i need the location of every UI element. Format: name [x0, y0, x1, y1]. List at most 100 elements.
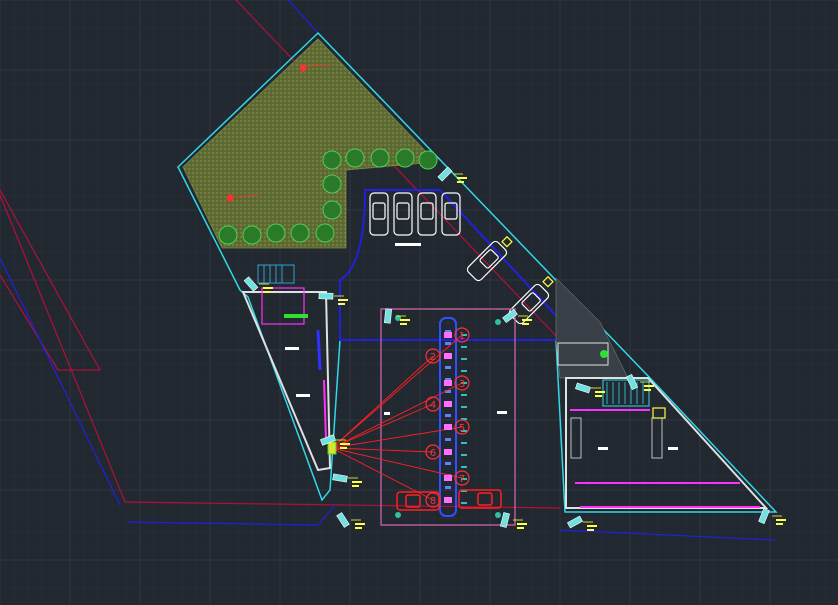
dispenser	[444, 332, 452, 338]
fixture-annotation	[517, 527, 524, 529]
east-inner-stair-left	[570, 417, 582, 459]
fixture-annotation	[522, 319, 532, 321]
tree-icon	[395, 148, 415, 168]
canopy-corner-ne	[495, 319, 501, 325]
fixture-annotation	[457, 177, 467, 179]
fixture-annotation	[457, 181, 464, 183]
road-edge-west	[0, 257, 121, 506]
fixture-annotation	[263, 287, 273, 289]
pump-tick	[445, 462, 451, 465]
fuel-pump-icon[interactable]: 4	[425, 396, 441, 412]
pump-tick-side	[461, 466, 467, 468]
fixture-annotation	[340, 443, 350, 445]
fuel-manifold	[327, 441, 337, 455]
fuel-canopy: 1 2 3 4 5 6 7 8	[327, 308, 516, 526]
parking-marker	[542, 275, 554, 288]
west-room-label-2	[296, 394, 310, 397]
east-building-outline	[565, 377, 769, 509]
fuel-line	[331, 382, 463, 449]
pump-tick-side	[461, 502, 467, 504]
dispenser	[444, 353, 452, 359]
east-stair-treads	[606, 382, 644, 404]
canopy-corner-se	[495, 512, 501, 518]
pump-tick	[445, 414, 451, 417]
car-icon	[417, 192, 437, 236]
car-icon	[441, 192, 461, 236]
west-building	[241, 264, 332, 472]
fixture-annotation	[355, 527, 362, 529]
pump-tick-side	[461, 394, 467, 396]
pump-tick	[445, 366, 451, 369]
property-lines	[0, 0, 776, 541]
pump-tick	[445, 486, 451, 489]
fixture-annotation	[338, 299, 348, 301]
light-fixture-icon	[625, 373, 639, 391]
pump-tick-side	[461, 358, 467, 360]
road-edge-north	[287, 0, 321, 36]
dispenser	[444, 475, 452, 481]
fixture-annotation	[400, 323, 407, 325]
east-marker-yellow	[652, 407, 666, 419]
dispenser	[444, 401, 452, 407]
pump-number: 5	[459, 423, 465, 434]
fuel-pump-icon[interactable]: 5	[454, 419, 470, 435]
tree-icon	[322, 174, 342, 194]
pump-tick-side	[461, 406, 467, 408]
fuel-pump-icon[interactable]: 8	[425, 492, 441, 508]
dispenser	[444, 497, 452, 503]
car-icon	[369, 192, 389, 236]
light-fixture-icon	[243, 276, 259, 292]
pump-number: 7	[459, 474, 465, 485]
fixture-annotation	[595, 395, 602, 397]
tree-icon	[322, 200, 342, 220]
light-fixture-icon	[336, 512, 350, 528]
pump-tick-side	[461, 454, 467, 456]
fuel-line	[331, 447, 463, 479]
pump-number: 3	[459, 379, 465, 390]
ramp-hatch	[555, 277, 629, 379]
pump-tick-side	[461, 370, 467, 372]
east-marker-green	[600, 350, 608, 358]
west-wall-blue	[316, 329, 322, 371]
car-icon	[466, 240, 508, 282]
fixture-annotation	[400, 319, 410, 321]
drawing-grid	[0, 0, 838, 605]
light-fixture-icon	[758, 507, 770, 525]
pump-tick-side	[461, 346, 467, 348]
tree-icon	[242, 225, 262, 245]
car-icon	[393, 192, 413, 236]
pump-number: 4	[430, 400, 436, 411]
car-icon	[508, 283, 550, 325]
fixture-annotation	[644, 385, 654, 387]
fixture-annotation	[352, 485, 359, 487]
east-room-label-1	[598, 447, 608, 450]
pump-tick	[445, 342, 451, 345]
fixture-annotation	[776, 519, 786, 521]
pump-number: 2	[430, 352, 436, 363]
red-car-right	[458, 489, 502, 509]
fixture-annotation	[340, 447, 347, 449]
light-fixture-icon	[318, 292, 334, 300]
fixture-annotation	[776, 523, 783, 525]
pump-number: 8	[430, 496, 436, 507]
east-stair	[602, 379, 650, 407]
fuel-lines	[327, 334, 463, 501]
fixture-annotation	[517, 523, 527, 525]
fixture-annotation	[522, 323, 529, 325]
canopy-label-right	[497, 411, 507, 414]
fixture-annotation	[587, 525, 597, 527]
canopy-label-left	[384, 412, 390, 415]
parking-label	[395, 243, 421, 246]
fixture-annotation	[644, 389, 651, 391]
tree-icon	[322, 150, 342, 170]
fixture-annotation	[352, 481, 362, 483]
road-edge-south	[127, 504, 336, 526]
fixture-annotation	[338, 303, 345, 305]
tree-icon	[290, 223, 310, 243]
pump-tick-side	[461, 442, 467, 444]
tree-icon	[418, 150, 438, 170]
light-fixture-icon	[383, 308, 393, 324]
fixture-annotation	[263, 291, 270, 293]
cad-drawing-canvas[interactable]: 1 2 3 4 5 6 7 8	[0, 0, 838, 605]
light-fixture-icon	[437, 166, 453, 182]
